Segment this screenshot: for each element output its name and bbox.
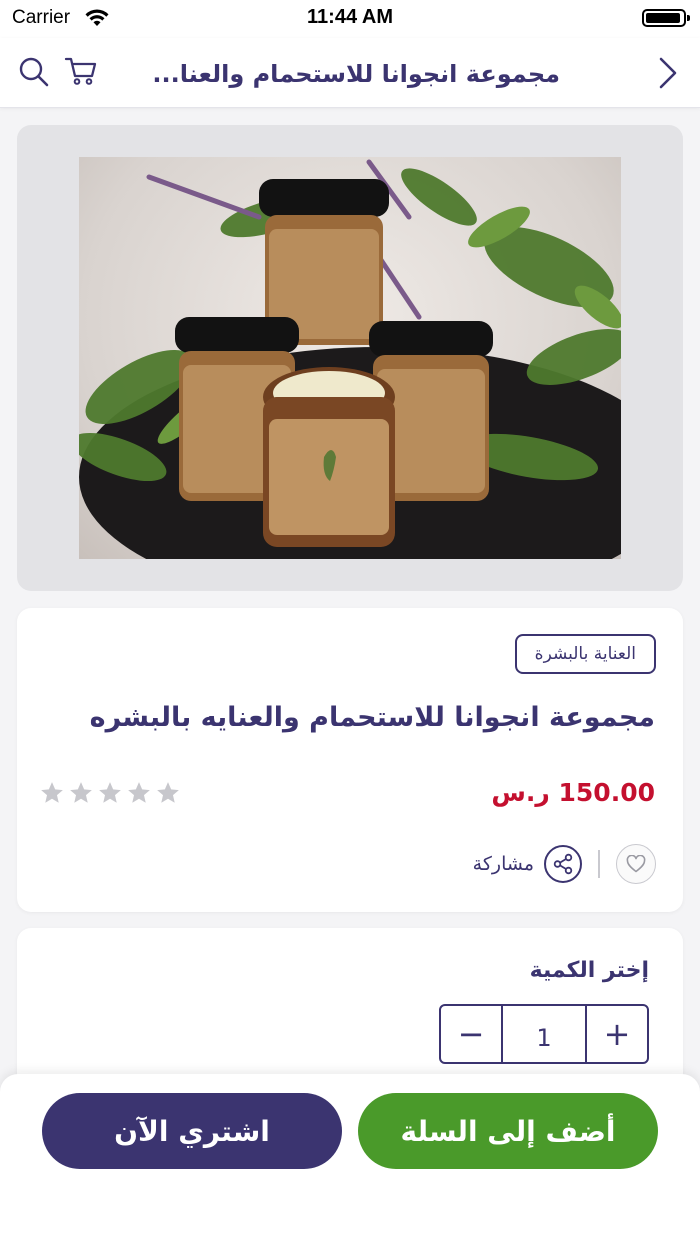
add-to-cart-button[interactable]: أضف إلى السلة (358, 1093, 658, 1169)
quantity-value[interactable]: 1 (501, 1006, 587, 1062)
cart-icon[interactable] (64, 54, 98, 88)
buy-now-button[interactable]: اشتري الآن (42, 1093, 342, 1169)
top-navbar: مجموعة انجوانا للاستحمام والعنا... (0, 38, 700, 108)
back-chevron-icon[interactable] (656, 56, 680, 90)
rating-stars (39, 780, 181, 806)
share-icon (553, 853, 573, 875)
search-icon[interactable] (18, 56, 50, 88)
product-title: مجموعة انجوانا للاستحمام والعنايه بالبشر… (89, 702, 655, 733)
star-icon (41, 782, 63, 803)
bottom-action-bar: اشتري الآن أضف إلى السلة (0, 1074, 700, 1244)
product-info-card: العناية بالبشرة مجموعة انجوانا للاستحمام… (17, 608, 683, 912)
product-photo-illustration (79, 159, 621, 559)
product-price: 150.00 ر.س (491, 778, 655, 807)
battery-icon (642, 9, 690, 27)
category-badge[interactable]: العناية بالبشرة (514, 634, 656, 674)
star-icon (157, 782, 179, 803)
share-button[interactable] (544, 845, 582, 883)
heart-icon (626, 855, 646, 873)
star-icon (70, 782, 92, 803)
quantity-label: إختر الكمية (529, 958, 649, 983)
quantity-stepper: − 1 + (439, 1004, 649, 1064)
increase-quantity-button[interactable]: + (587, 1006, 647, 1062)
actions-divider (598, 850, 600, 878)
star-icon (99, 782, 121, 803)
decrease-quantity-button[interactable]: − (441, 1006, 501, 1062)
wishlist-button[interactable] (616, 844, 656, 884)
page-title: مجموعة انجوانا للاستحمام والعنا... (152, 60, 560, 88)
share-label[interactable]: مشاركة (473, 853, 534, 875)
star-icon (128, 782, 150, 803)
clock: 11:44 AM (307, 6, 393, 28)
status-bar: Carrier 11:44 AM (0, 0, 700, 38)
product-photo[interactable] (79, 157, 621, 559)
product-actions: مشاركة (473, 844, 656, 884)
product-image-card (17, 125, 683, 591)
